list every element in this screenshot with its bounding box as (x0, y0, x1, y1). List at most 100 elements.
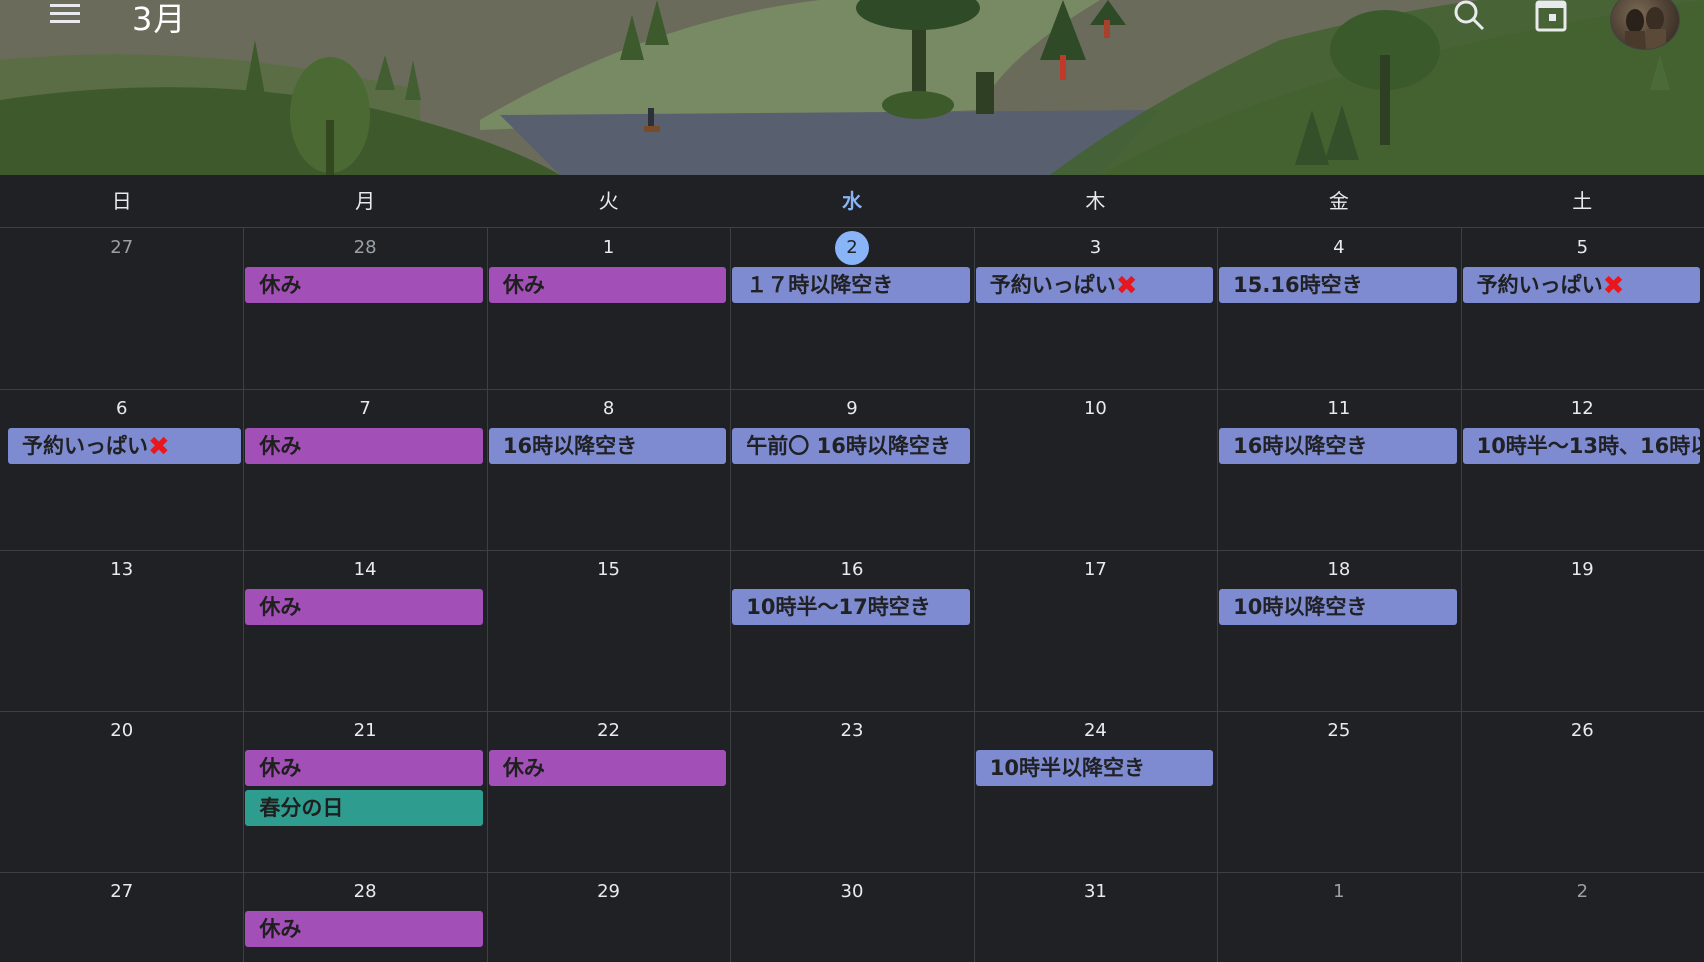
event-label: 15.16時空き (1233, 273, 1363, 297)
event-chip[interactable]: 休み (488, 267, 727, 303)
event-label: 休み (259, 273, 302, 297)
calendar-today-icon (1535, 0, 1567, 32)
weekday-label: 金 (1328, 189, 1349, 213)
month-title[interactable]: 3月 (132, 0, 186, 40)
weekday-label: 日 (111, 189, 132, 213)
day-number[interactable]: 31 (974, 875, 1217, 909)
grid-divider (0, 550, 1704, 551)
day-number[interactable]: 2 (1461, 875, 1704, 909)
event-chip[interactable]: 休み (245, 911, 483, 947)
event-chip[interactable]: 15.16時空き (1219, 267, 1457, 303)
day-number[interactable]: 24 (974, 714, 1217, 748)
event-label: 休み (502, 756, 545, 780)
event-label: 予約いっぱい (1476, 273, 1603, 297)
day-number[interactable]: 27 (0, 875, 243, 909)
event-chip[interactable]: 休み (245, 428, 483, 464)
avatar[interactable] (1610, 0, 1680, 50)
day-number[interactable]: 23 (730, 714, 973, 748)
day-number[interactable]: 1 (487, 231, 730, 265)
day-number[interactable]: 25 (1217, 714, 1460, 748)
event-label: 休み (259, 434, 302, 458)
cross-mark-icon: ✖ (1115, 271, 1138, 301)
event-label: 予約いっぱい (22, 434, 148, 458)
event-chip[interactable]: 10時半〜17時空き (732, 589, 970, 625)
cross-mark-icon: ✖ (148, 432, 170, 462)
day-number[interactable]: 26 (1461, 714, 1704, 748)
event-chip[interactable]: 16時以降空き (488, 428, 727, 464)
day-number[interactable]: 8 (487, 392, 730, 426)
header-banner: 3月 (0, 0, 1704, 175)
weekday-header: 日月火水木金土 (0, 175, 1704, 228)
weekday-label: 土 (1572, 189, 1593, 213)
day-number[interactable]: 11 (1217, 392, 1460, 426)
event-chip[interactable]: 春分の日 (245, 790, 483, 826)
event-label: 休み (259, 756, 302, 780)
event-label: 16時以降空き (502, 434, 638, 458)
day-number[interactable]: 28 (243, 231, 486, 265)
weekday-label: 月 (355, 189, 376, 213)
day-number[interactable]: 7 (243, 392, 486, 426)
search-button[interactable] (1452, 0, 1488, 32)
event-chip[interactable]: 予約いっぱい✖ (8, 428, 242, 464)
day-number[interactable]: 17 (974, 553, 1217, 587)
event-label: １７時以降空き (746, 273, 894, 297)
event-chip[interactable]: 休み (245, 267, 483, 303)
event-chip[interactable]: 16時以降空き (1219, 428, 1457, 464)
day-number[interactable]: 3 (974, 231, 1217, 265)
day-number[interactable]: 30 (730, 875, 973, 909)
avatar-photo (1625, 7, 1666, 49)
event-chip[interactable]: 予約いっぱい✖ (1462, 267, 1700, 303)
search-icon (1454, 0, 1485, 31)
day-number[interactable]: 20 (0, 714, 243, 748)
day-number[interactable]: 13 (0, 553, 243, 587)
cross-mark-icon: ✖ (1602, 271, 1625, 301)
grid-divider (0, 389, 1704, 390)
event-chip[interactable]: 休み (488, 750, 727, 786)
weekday-label: 木 (1085, 189, 1106, 213)
event-label: 10時半〜13時、16時以 (1476, 434, 1700, 458)
landscape-illustration (0, 0, 1704, 175)
day-number[interactable]: 4 (1217, 231, 1460, 265)
grid-divider (730, 228, 731, 962)
day-number[interactable]: 14 (243, 553, 486, 587)
day-number[interactable]: 21 (243, 714, 486, 748)
menu-button[interactable] (44, 0, 92, 30)
day-number[interactable]: 22 (487, 714, 730, 748)
event-chip[interactable]: 予約いっぱい✖ (975, 267, 1214, 303)
day-number[interactable]: 29 (487, 875, 730, 909)
event-chip[interactable]: 10時以降空き (1219, 589, 1457, 625)
day-number[interactable]: 1 (1217, 875, 1460, 909)
event-label: 休み (502, 273, 545, 297)
grid-divider (487, 228, 488, 962)
grid-divider (0, 711, 1704, 712)
day-number[interactable]: 19 (1461, 553, 1704, 587)
grid-divider (1217, 228, 1218, 962)
event-chip[interactable]: 10時半以降空き (975, 750, 1214, 786)
event-chip[interactable]: １７時以降空き (732, 267, 970, 303)
day-number[interactable]: 6 (0, 392, 243, 426)
event-chip[interactable]: 10時半〜13時、16時以 (1462, 428, 1700, 464)
day-number[interactable]: 18 (1217, 553, 1460, 587)
day-number[interactable]: 15 (487, 553, 730, 587)
day-number[interactable]: 5 (1461, 231, 1704, 265)
day-number[interactable]: 10 (974, 392, 1217, 426)
event-chip[interactable]: 休み (245, 750, 483, 786)
event-label: 10時半〜17時空き (746, 595, 931, 619)
event-label: 10時以降空き (1233, 595, 1368, 619)
today-button[interactable] (1533, 0, 1569, 32)
month-grid: 27 28 休み 1 休み 2 １７時以降空き 3 予約いっぱい✖ 4 15.16時空き 5 予約いっぱ… (0, 228, 1704, 962)
event-label: 予約いっぱい (989, 273, 1116, 297)
day-number[interactable]: 16 (730, 553, 973, 587)
day-number[interactable]: 28 (243, 875, 486, 909)
event-chip[interactable]: 休み (245, 589, 483, 625)
day-number[interactable]: 2 (730, 231, 973, 265)
menu-icon (50, 4, 80, 23)
weekday-label: 水 (841, 189, 862, 213)
day-number[interactable]: 27 (0, 231, 243, 265)
event-label: 休み (259, 917, 302, 941)
event-chip[interactable]: 午前〇 16時以降空き (732, 428, 970, 464)
grid-divider (0, 872, 1704, 873)
day-number[interactable]: 12 (1461, 392, 1704, 426)
weekday-label: 火 (598, 189, 619, 213)
day-number[interactable]: 9 (730, 392, 973, 426)
